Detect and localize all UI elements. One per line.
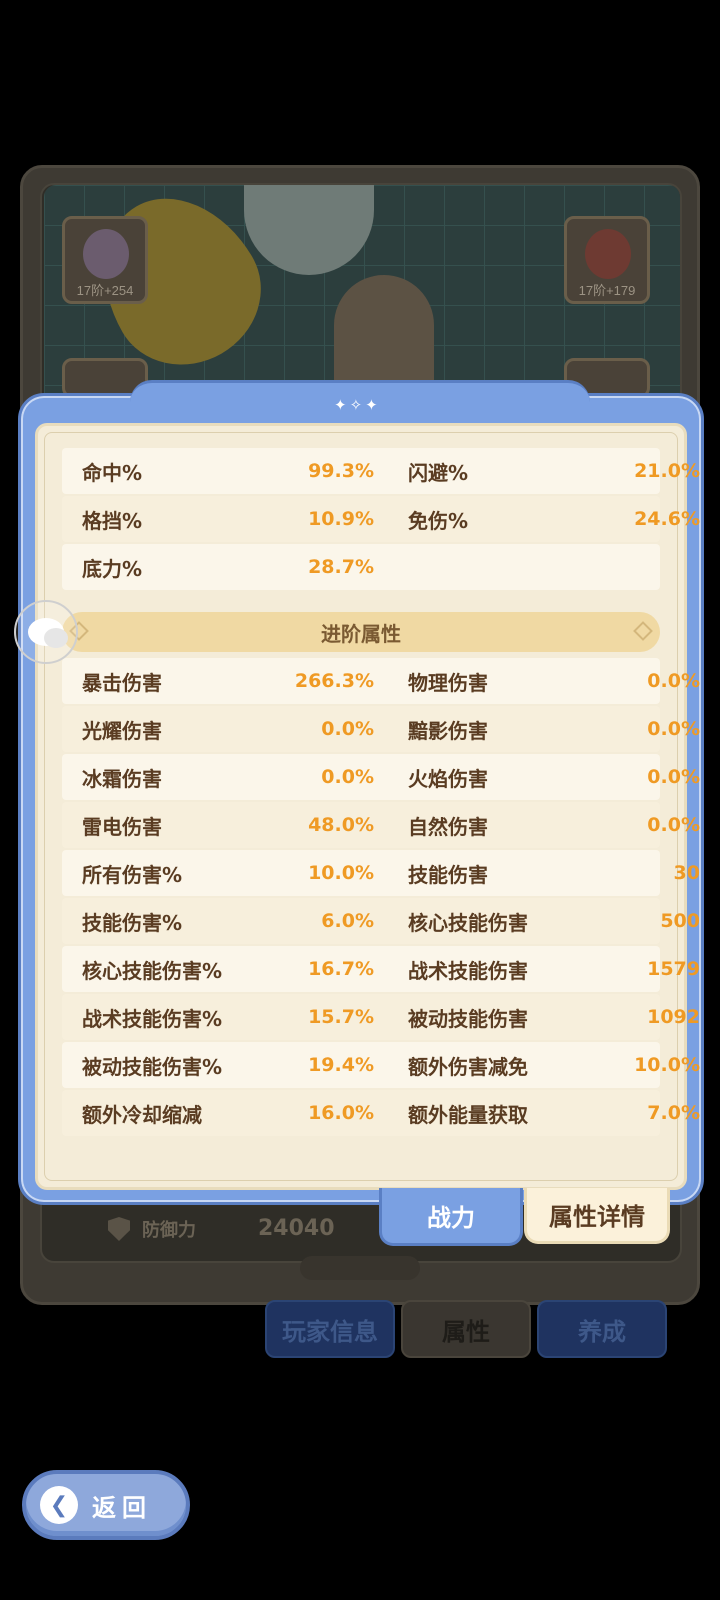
- stat-row: 底力% 28.7%: [62, 544, 660, 590]
- defense-row: 防御力: [108, 1216, 196, 1242]
- equip-level: 17阶+179: [578, 283, 636, 298]
- stat-label: 被动技能伤害: [408, 1006, 528, 1031]
- stat-row: 冰霜伤害 0.0% 火焰伤害 0.0%: [62, 754, 700, 800]
- back-arrow-icon: ❮: [40, 1486, 78, 1524]
- bottom-tab-bar: 玩家信息 属性 养成: [265, 1300, 667, 1358]
- stat-row: 额外冷却缩减 16.0% 额外能量获取 7.0%: [62, 1090, 700, 1136]
- stat-label: 所有伤害%: [82, 862, 183, 887]
- defense-value: 24040: [258, 1216, 335, 1241]
- stat-row: 技能伤害% 6.0% 核心技能伤害 500: [62, 898, 700, 944]
- stat-row: 命中% 99.3% 闪避% 21.0%: [62, 448, 700, 494]
- stat-value: 16.0%: [308, 1102, 374, 1124]
- stat-value: 0.0%: [647, 718, 700, 740]
- stat-label: 命中%: [82, 460, 143, 485]
- scene-pet: [244, 185, 374, 275]
- stat-label: 核心技能伤害%: [82, 958, 223, 983]
- stat-label: 免伤%: [408, 508, 469, 533]
- tab-attribute-detail[interactable]: 属性详情: [524, 1188, 670, 1244]
- stat-value: 7.0%: [647, 1102, 700, 1124]
- stat-label: 黯影伤害: [408, 718, 488, 743]
- stat-label: 核心技能伤害: [408, 910, 528, 935]
- stat-value: 19.4%: [308, 1054, 374, 1076]
- equip-level: 17阶+254: [76, 283, 134, 298]
- stat-label: 闪避%: [408, 460, 469, 485]
- stat-row: 光耀伤害 0.0% 黯影伤害 0.0%: [62, 706, 700, 752]
- equip-slot-left-top[interactable]: 17阶+254: [62, 216, 148, 304]
- stat-row: 格挡% 10.9% 免伤% 24.6%: [62, 496, 700, 542]
- stat-value: 10.0%: [308, 862, 374, 884]
- diamond-icon: [633, 621, 653, 641]
- tab-player-info[interactable]: 玩家信息: [265, 1300, 395, 1358]
- stat-value: 266.3%: [294, 670, 374, 692]
- stat-value: 0.0%: [321, 766, 374, 788]
- equip-slot-right-top[interactable]: 17阶+179: [564, 216, 650, 304]
- advanced-stats-list: 暴击伤害 266.3% 物理伤害 0.0% 光耀伤害 0.0% 黯影伤害 0.0% 冰霜伤害 0.…: [62, 658, 700, 1138]
- stat-label: 格挡%: [82, 508, 143, 533]
- chat-icon: [28, 618, 68, 648]
- stat-label: 技能伤害: [408, 862, 488, 887]
- tab-attributes[interactable]: 属性: [401, 1300, 531, 1358]
- stat-value: 28.7%: [308, 556, 374, 578]
- stat-value: 99.3%: [308, 460, 374, 482]
- section-title: 进阶属性: [321, 621, 401, 646]
- back-button[interactable]: ❮ 返回: [22, 1470, 190, 1540]
- back-label: 返回: [92, 1493, 152, 1522]
- stat-label: 冰霜伤害: [82, 766, 162, 791]
- chat-button[interactable]: [14, 600, 78, 664]
- stat-row: 战术技能伤害% 15.7% 被动技能伤害 1092: [62, 994, 700, 1040]
- stat-value: 21.0%: [634, 460, 700, 482]
- stat-label: 额外冷却缩减: [82, 1102, 202, 1127]
- stat-label: 火焰伤害: [408, 766, 488, 791]
- basic-stats-list: 命中% 99.3% 闪避% 21.0% 格挡% 10.9% 免伤% 24.6% 底力% 28.7%: [62, 448, 700, 592]
- stat-label: 雷电伤害: [82, 814, 162, 839]
- stat-value: 0.0%: [647, 814, 700, 836]
- stat-label: 被动技能伤害%: [82, 1054, 223, 1079]
- stat-row: 暴击伤害 266.3% 物理伤害 0.0%: [62, 658, 700, 704]
- stat-value: 10.9%: [308, 508, 374, 530]
- stat-row: 雷电伤害 48.0% 自然伤害 0.0%: [62, 802, 700, 848]
- stat-value: 6.0%: [321, 910, 374, 932]
- stat-label: 自然伤害: [408, 814, 488, 839]
- tab-develop[interactable]: 养成: [537, 1300, 667, 1358]
- stat-row: 所有伤害% 10.0% 技能伤害 30: [62, 850, 700, 896]
- defense-label: 防御力: [142, 1220, 196, 1241]
- stat-value: 10.0%: [634, 1054, 700, 1076]
- stat-value: 500: [660, 910, 700, 932]
- tab-power[interactable]: 战力: [379, 1188, 523, 1246]
- stat-value: 16.7%: [308, 958, 374, 980]
- stat-value: 48.0%: [308, 814, 374, 836]
- stat-label: 暴击伤害: [82, 670, 162, 695]
- stat-value: 0.0%: [647, 670, 700, 692]
- shield-icon: [108, 1217, 130, 1241]
- stat-row: 核心技能伤害% 16.7% 战术技能伤害 1579: [62, 946, 700, 992]
- stat-value: 1579: [647, 958, 700, 980]
- stat-label: 额外能量获取: [408, 1102, 528, 1127]
- stat-label: 物理伤害: [408, 670, 488, 695]
- stat-label: 技能伤害%: [82, 910, 183, 935]
- stars-decoration: ✦✧✦: [334, 396, 381, 414]
- stat-value: 0.0%: [321, 718, 374, 740]
- stat-label: 额外伤害减免: [408, 1054, 528, 1079]
- stat-label: 战术技能伤害%: [82, 1006, 223, 1031]
- stat-value: 15.7%: [308, 1006, 374, 1028]
- stat-label: 底力%: [82, 556, 143, 581]
- equip-art: [83, 229, 129, 279]
- ornament-divider: [300, 1256, 420, 1280]
- stat-value: 1092: [647, 1006, 700, 1028]
- section-header-advanced: 进阶属性: [62, 612, 660, 652]
- stat-label: 战术技能伤害: [408, 958, 528, 983]
- stat-value: 30: [673, 862, 700, 884]
- stat-value: 0.0%: [647, 766, 700, 788]
- stat-label: 光耀伤害: [82, 718, 162, 743]
- equip-art: [585, 229, 631, 279]
- stat-row: 被动技能伤害% 19.4% 额外伤害减免 10.0%: [62, 1042, 700, 1088]
- stat-value: 24.6%: [634, 508, 700, 530]
